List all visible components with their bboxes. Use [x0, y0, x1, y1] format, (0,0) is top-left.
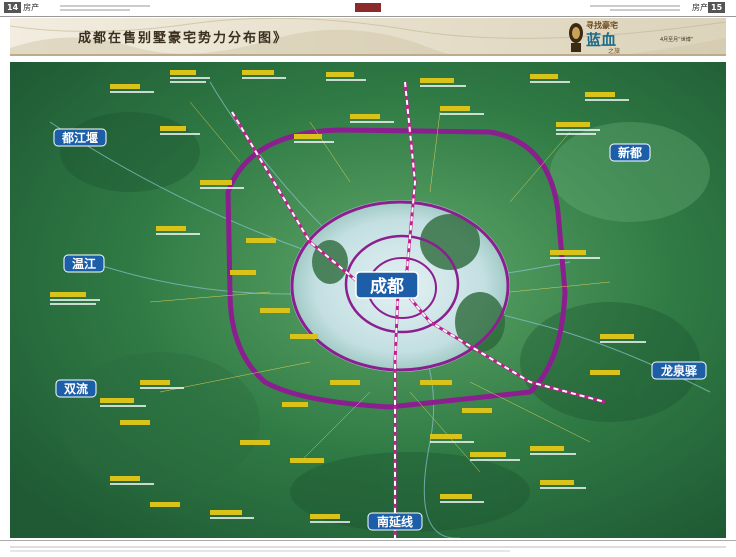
- region-label-shuangliu: 双流: [55, 379, 97, 398]
- top-strip: 14 房产 房产 15: [0, 0, 736, 17]
- footer-fine-print: [10, 546, 726, 548]
- region-label-wenjiang-text: 温江: [72, 256, 96, 271]
- page-title: 成都在售别墅豪宅势力分布图》: [78, 31, 289, 46]
- bottom-strip: [0, 540, 736, 557]
- region-label-shuangliu-text: 双流: [64, 381, 88, 396]
- newspaper-logo: [355, 3, 381, 12]
- page-number-right: 房产 15: [692, 2, 727, 13]
- region-label-dujiangyan: 都江堰: [53, 128, 107, 147]
- map: 成都 都江堰 新都 温江 双流 龙泉驿 南延线: [10, 62, 726, 538]
- brand-logo: 寻找豪宅 蓝血 之旅: [568, 20, 628, 55]
- region-label-xindu: 新都: [609, 143, 651, 162]
- section-right: 房产: [692, 3, 708, 12]
- fine-print-right: [590, 5, 680, 7]
- footer-fine-print-2: [10, 550, 510, 552]
- region-label-nanyan-text: 南延线: [377, 514, 413, 529]
- region-label-xindu-text: 新都: [618, 145, 642, 160]
- fine-print-left-2: [60, 9, 130, 11]
- region-label-dujiangyan-text: 都江堰: [61, 130, 98, 145]
- page-number-right-value: 15: [708, 2, 726, 13]
- brand-line3: 之旅: [608, 48, 621, 55]
- page-number-left-value: 14: [4, 2, 22, 13]
- region-label-nanyan: 南延线: [367, 512, 423, 531]
- region-label-wenjiang: 温江: [63, 254, 105, 273]
- region-label-longquanyi-text: 龙泉驿: [661, 363, 698, 378]
- center-label: 成都: [355, 271, 419, 299]
- region-label-longquanyi: 龙泉驿: [651, 361, 707, 380]
- center-label-text: 成都: [370, 276, 404, 297]
- section-left: 房产: [23, 3, 40, 12]
- page-number-left: 14 房产: [4, 2, 39, 13]
- brand-tagline: 4月至月“世博”: [660, 37, 694, 43]
- fine-print-left: [60, 5, 150, 7]
- lion-crest-icon: [569, 23, 583, 52]
- fine-print-right-2: [610, 9, 680, 11]
- map-canvas: 成都 都江堰 新都 温江 双流 龙泉驿 南延线: [10, 62, 726, 538]
